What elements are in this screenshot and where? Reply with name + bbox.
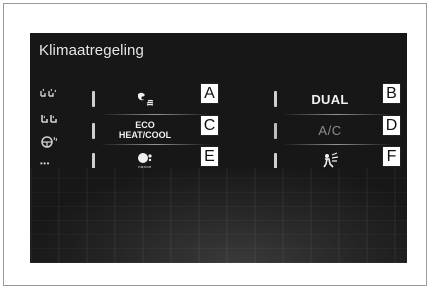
indicator-c bbox=[92, 123, 95, 139]
divider-b bbox=[282, 114, 392, 115]
eco-label-line1: ECO bbox=[135, 120, 155, 130]
indicator-a bbox=[92, 91, 95, 107]
nanoe-icon-text: nanoe bbox=[138, 163, 152, 169]
dual-label: DUAL bbox=[311, 91, 349, 107]
seat-airflow-icon[interactable] bbox=[40, 87, 58, 111]
callout-e: E bbox=[200, 146, 219, 167]
indicator-f bbox=[274, 153, 277, 169]
indicator-e bbox=[92, 153, 95, 169]
ac-label: A/C bbox=[318, 122, 342, 138]
callout-b: B bbox=[382, 83, 401, 104]
callout-c: C bbox=[200, 115, 219, 136]
fan-speed-button[interactable] bbox=[100, 86, 190, 112]
steering-heater-icon[interactable] bbox=[40, 135, 58, 159]
ac-button[interactable]: A/C bbox=[285, 117, 375, 143]
eco-label-line2: HEAT/COOL bbox=[118, 130, 172, 140]
callout-a: A bbox=[200, 83, 219, 104]
seat-heater-icon[interactable] bbox=[40, 112, 58, 136]
divider-d bbox=[282, 144, 392, 145]
nanoe-icon bbox=[138, 152, 152, 163]
nanoe-button[interactable]: nanoe bbox=[100, 147, 190, 173]
divider-a bbox=[100, 114, 210, 115]
dual-button[interactable]: DUAL bbox=[285, 86, 375, 112]
more-icon[interactable]: ••• bbox=[40, 159, 50, 183]
fan-speed-icon bbox=[138, 92, 154, 106]
callout-f: F bbox=[382, 146, 401, 167]
windshield-airflow-icon bbox=[323, 152, 339, 168]
indicator-b bbox=[274, 91, 277, 107]
indicator-d bbox=[274, 123, 277, 139]
divider-f bbox=[282, 174, 392, 175]
windshield-airflow-button[interactable] bbox=[285, 147, 375, 173]
divider-e bbox=[100, 174, 210, 175]
callout-d: D bbox=[382, 115, 401, 136]
eco-heat-cool-button[interactable]: ECO HEAT/COOL bbox=[100, 117, 190, 143]
divider-c bbox=[100, 144, 210, 145]
screen-title: Klimaatregeling bbox=[39, 42, 144, 59]
